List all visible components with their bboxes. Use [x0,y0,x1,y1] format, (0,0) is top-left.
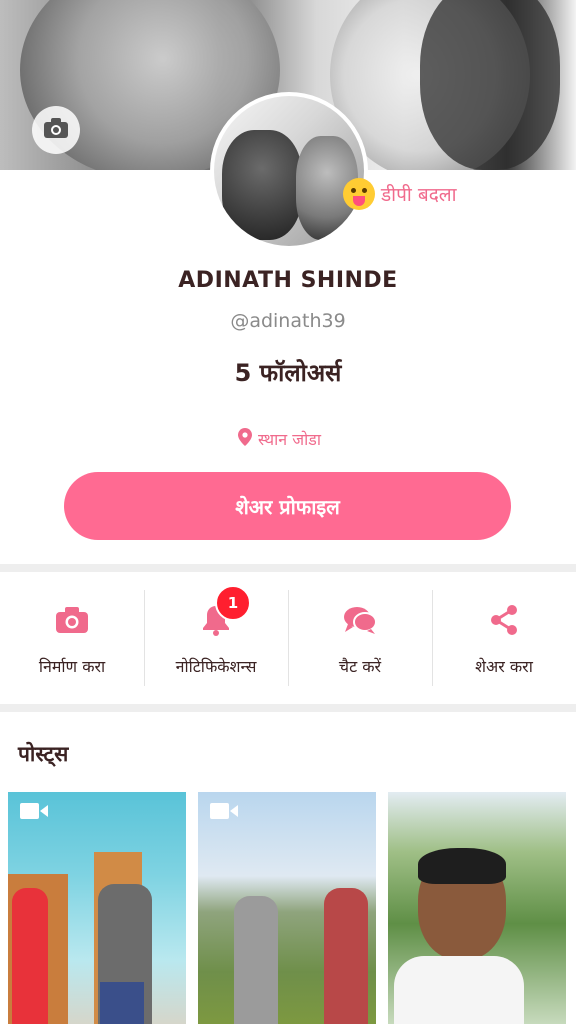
chat-button[interactable]: चैट करें [288,572,432,704]
change-dp-label: डीपी बदला [381,184,457,206]
video-icon [20,802,48,824]
video-icon [210,802,238,824]
camera-icon [55,599,89,641]
avatar-person-1 [222,130,302,240]
avatar-photo [214,96,364,246]
notifications-label: नोटिफिकेशन्स [175,657,257,676]
profile-handle: @adinath39 [230,310,346,332]
create-button[interactable]: निर्माण करा [0,572,144,704]
chat-icon [343,599,377,641]
share-icon [489,599,519,641]
chat-label: चैट करें [338,657,382,676]
share-profile-button[interactable]: शेअर प्रोफाइल [64,472,511,540]
posts-section: पोस्ट्स [0,712,576,1024]
cover-photo-shadow [420,0,560,170]
location-pin-icon [238,428,252,450]
tongue-emoji-icon [343,178,375,210]
post-thumbnail[interactable] [388,792,566,1024]
share-button[interactable]: शेअर करा [432,572,576,704]
camera-icon [43,117,69,143]
location-label: स्थान जोडा [258,430,321,449]
profile-name: ADINATH SHINDE [178,268,398,293]
notifications-button[interactable]: 1 नोटिफिकेशन्स [144,572,288,704]
post-thumbnail[interactable] [198,792,376,1024]
change-dp-button[interactable]: डीपी बदला [343,178,457,210]
followers-count[interactable]: 5 फॉलोअर्स [0,356,576,389]
avatar[interactable] [210,92,368,250]
add-location-link[interactable]: स्थान जोडा [238,428,321,450]
post-thumbnail[interactable] [8,792,186,1024]
bell-icon: 1 [201,585,251,641]
create-label: निर्माण करा [38,657,106,676]
notification-badge: 1 [215,585,251,621]
share-label: शेअर करा [475,657,533,676]
posts-title: पोस्ट्स [18,742,69,766]
change-cover-button[interactable] [32,106,80,154]
action-bar: निर्माण करा 1 नोटिफिकेशन्स चैट करें शेअर… [0,572,576,704]
